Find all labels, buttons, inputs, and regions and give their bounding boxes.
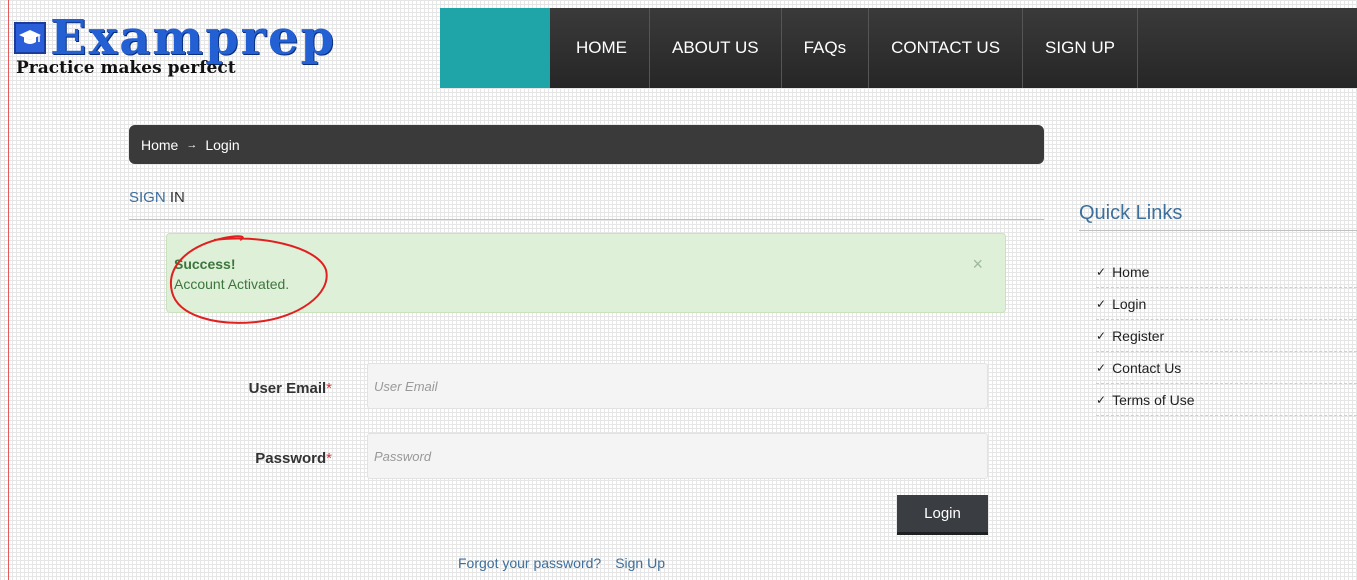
logo-tagline: Practice makes perfect	[16, 58, 236, 78]
quick-link-contact-us[interactable]: ✓ Contact Us	[1096, 352, 1357, 384]
quick-link-label: Home	[1112, 263, 1150, 280]
logo[interactable]: Examprep Practice makes perfect	[8, 8, 440, 88]
breadcrumb-home[interactable]: Home	[141, 137, 178, 153]
quick-links-divider	[1079, 230, 1357, 231]
email-label: User Email*	[230, 380, 332, 397]
quick-link-login[interactable]: ✓ Login	[1096, 288, 1357, 320]
check-icon: ✓	[1096, 360, 1107, 375]
login-button[interactable]: Login	[897, 495, 988, 535]
header-accent-block	[440, 8, 550, 88]
quick-link-label: Terms of Use	[1112, 391, 1195, 408]
check-icon: ✓	[1096, 296, 1107, 311]
quick-link-terms-of-use[interactable]: ✓ Terms of Use	[1096, 384, 1357, 416]
success-alert: Success! Account Activated. ×	[166, 233, 1006, 313]
password-label: Password*	[230, 450, 332, 467]
breadcrumb: Home → Login	[129, 125, 1044, 164]
required-mark: *	[326, 380, 332, 397]
quick-link-register[interactable]: ✓ Register	[1096, 320, 1357, 352]
quick-link-label: Register	[1112, 327, 1165, 344]
required-mark: *	[326, 450, 332, 467]
email-input[interactable]	[367, 363, 988, 409]
quick-link-home[interactable]: ✓ Home	[1096, 256, 1357, 288]
check-icon: ✓	[1096, 264, 1107, 279]
alert-message: Account Activated.	[174, 276, 290, 292]
title-divider	[129, 219, 1044, 220]
quick-links-title: Quick Links	[1079, 202, 1183, 224]
site-header: Examprep Practice makes perfect HOME ABO…	[8, 8, 1357, 88]
nav-home[interactable]: HOME	[550, 8, 650, 88]
sign-up-link[interactable]: Sign Up	[615, 555, 665, 571]
nav-about-us[interactable]: ABOUT US	[650, 8, 782, 88]
quick-links-list: ✓ Home ✓ Login ✓ Register ✓ Contact Us ✓ Term…	[1096, 256, 1357, 416]
quick-link-label: Contact Us	[1112, 359, 1182, 376]
nav-faqs[interactable]: FAQs	[782, 8, 870, 88]
page-title-part-2: IN	[169, 189, 185, 206]
page-title: SIGN IN	[129, 189, 185, 206]
nav-contact-us[interactable]: CONTACT US	[869, 8, 1024, 88]
page-title-part-1: SIGN	[129, 189, 166, 206]
forgot-password-link[interactable]: Forgot your password?	[458, 555, 601, 571]
close-icon[interactable]: ×	[972, 254, 983, 275]
auth-links: Forgot your password? Sign Up	[458, 555, 665, 571]
check-icon: ✓	[1096, 328, 1107, 343]
nav-sign-up[interactable]: SIGN UP	[1023, 8, 1138, 88]
email-label-text: User Email	[248, 380, 327, 397]
breadcrumb-separator: →	[186, 138, 198, 151]
alert-title: Success!	[174, 256, 236, 272]
check-icon: ✓	[1096, 392, 1107, 407]
main-nav: HOME ABOUT US FAQs CONTACT US SIGN UP	[550, 8, 1357, 88]
breadcrumb-current: Login	[205, 136, 240, 153]
quick-link-label: Login	[1112, 295, 1147, 312]
password-input[interactable]	[367, 433, 988, 479]
password-label-text: Password	[255, 450, 327, 467]
graduation-cap-icon	[14, 22, 46, 54]
